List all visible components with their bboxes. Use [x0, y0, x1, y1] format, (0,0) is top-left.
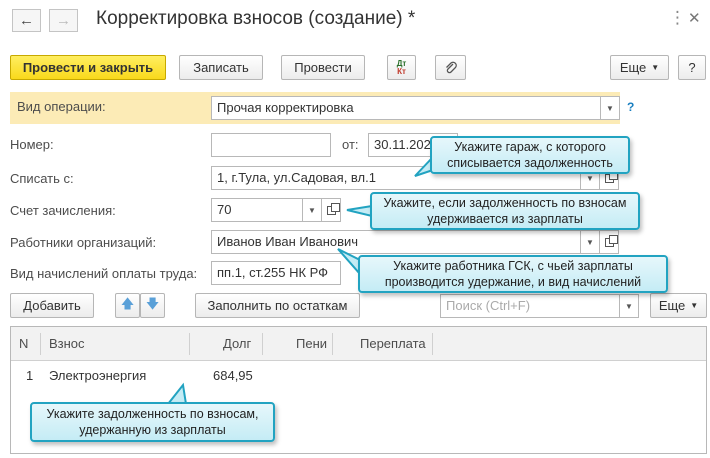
callout-debt: Укажите задолженность по взносам, удержа…	[30, 402, 275, 442]
callout-salary: Укажите, если задолженность по взносам у…	[370, 192, 640, 230]
callout-garage: Укажите гараж, с которого списывается за…	[430, 136, 630, 174]
callout-employee: Укажите работника ГСК, с чьей зарплаты п…	[358, 255, 668, 293]
